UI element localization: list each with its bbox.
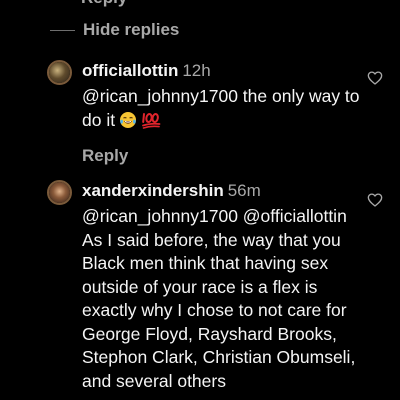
comment-text: @rican_johnny1700 the only way to do it bbox=[82, 85, 362, 135]
comment-text: @rican_johnny1700 @officiallottin As I s… bbox=[82, 206, 356, 391]
comment-username[interactable]: xanderxindershin bbox=[82, 181, 224, 200]
comment-time: 12h bbox=[182, 61, 211, 80]
avatar[interactable] bbox=[47, 60, 72, 85]
comment-header: officiallottin 12h bbox=[82, 60, 362, 82]
heart-icon[interactable] bbox=[367, 70, 383, 86]
reply-button-previous[interactable]: Reply bbox=[81, 0, 127, 8]
laughing-tears-emoji bbox=[119, 111, 137, 136]
hundred-points-emoji bbox=[141, 111, 161, 136]
hide-replies-line bbox=[50, 29, 75, 31]
comment-body: officiallottin 12h @rican_johnny1700 the … bbox=[82, 60, 362, 166]
comment-body: xanderxindershin 56m @rican_johnny1700 @o… bbox=[82, 180, 362, 393]
heart-icon[interactable] bbox=[367, 192, 383, 208]
reply-button[interactable]: Reply bbox=[82, 146, 362, 166]
avatar-image bbox=[49, 62, 70, 83]
avatar[interactable] bbox=[47, 180, 72, 205]
comment-time: 56m bbox=[227, 181, 261, 200]
hide-replies-button[interactable]: Hide replies bbox=[50, 20, 179, 40]
avatar-image bbox=[49, 182, 70, 203]
comment-username[interactable]: officiallottin bbox=[82, 61, 178, 80]
comment-header: xanderxindershin 56m bbox=[82, 180, 362, 202]
hide-replies-label: Hide replies bbox=[83, 20, 180, 39]
